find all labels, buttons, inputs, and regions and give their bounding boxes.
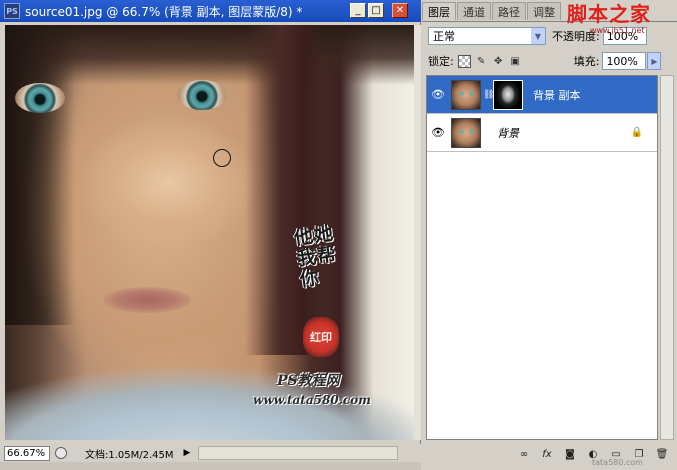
watermark-seal: 红印: [303, 317, 339, 357]
image-canvas[interactable]: 他她我帮你 红印 PS教程网 www.tata580.com: [5, 25, 414, 440]
lock-brush-icon[interactable]: ✎: [475, 55, 488, 68]
layer-thumbnail: [451, 79, 481, 110]
photo-eye-left: [15, 83, 65, 113]
blend-mode-value: 正常: [433, 30, 455, 43]
minimize-button[interactable]: _: [350, 3, 366, 18]
watermark-calligraphy: 他她我帮你: [292, 222, 339, 292]
tab-paths[interactable]: 路径: [492, 2, 526, 20]
layer-name: 背景 副本: [533, 88, 581, 102]
layer-name: 背景: [497, 126, 519, 140]
layer-style-fx-icon[interactable]: fx: [538, 446, 556, 462]
visibility-eye-icon[interactable]: 👁: [429, 124, 447, 142]
tab-layers[interactable]: 图层: [422, 2, 456, 20]
chevron-down-icon: ▼: [531, 28, 545, 44]
blend-mode-select[interactable]: 正常 ▼: [428, 27, 546, 45]
photo-hair-right: [245, 25, 325, 355]
document-statusbar: 66.67% 文档:1.05M/2.45M ▶: [0, 444, 421, 462]
photo-hair-left: [5, 25, 75, 325]
tab-adjustments[interactable]: 调整: [527, 2, 561, 20]
add-mask-icon[interactable]: ◙: [561, 446, 579, 462]
close-button[interactable]: ✕: [392, 3, 408, 18]
lock-row: 锁定: ✎ ✥ ▣ 填充: 100% ▶: [428, 52, 673, 70]
layers-panel: 图层 通道 路径 调整 脚本之家 正常 ▼ 不透明度: 100% www.jb5…: [422, 0, 677, 470]
visibility-eye-icon[interactable]: 👁: [429, 86, 447, 104]
document-window: PS source01.jpg @ 66.7% (背景 副本, 图层蒙版/8) …: [0, 0, 421, 470]
zoom-input[interactable]: 66.67%: [4, 445, 50, 461]
watermark-url: www.tata580.com: [253, 393, 371, 407]
canvas-vertical-scrollbar[interactable]: [414, 25, 421, 440]
fill-input[interactable]: 100%: [602, 52, 647, 70]
layer-mask-thumbnail[interactable]: [493, 79, 523, 110]
document-title: source01.jpg @ 66.7% (背景 副本, 图层蒙版/8) *: [25, 4, 303, 19]
status-menu-arrow-icon[interactable]: ▶: [184, 448, 191, 458]
document-size-info: 文档:1.05M/2.45M: [85, 449, 174, 461]
photoshop-app-icon: PS: [4, 3, 20, 19]
site-logo-watermark: 脚本之家: [567, 2, 651, 26]
layer-row-background[interactable]: 👁 背景 🔒: [427, 114, 657, 152]
link-layers-icon[interactable]: ∞: [515, 446, 533, 462]
watermark-ps-tutorial: PS教程网: [277, 373, 340, 389]
status-info-icon[interactable]: [55, 447, 67, 459]
mask-link-icon[interactable]: ⛓: [483, 90, 494, 100]
tab-channels[interactable]: 通道: [457, 2, 491, 20]
fill-label: 填充:: [573, 55, 600, 68]
brush-cursor-icon: [213, 149, 231, 167]
document-titlebar[interactable]: PS source01.jpg @ 66.7% (背景 副本, 图层蒙版/8) …: [0, 0, 421, 22]
lock-label: 锁定:: [428, 55, 454, 68]
fill-arrow-icon[interactable]: ▶: [647, 52, 662, 70]
window-bottom-edge: [0, 462, 421, 470]
canvas-horizontal-scrollbar[interactable]: [198, 446, 399, 460]
photoshop-workspace: PS source01.jpg @ 66.7% (背景 副本, 图层蒙版/8) …: [0, 0, 677, 470]
lock-move-icon[interactable]: ✥: [492, 55, 505, 68]
photo-eye-right: [177, 80, 227, 110]
delete-layer-icon[interactable]: 🗑: [653, 446, 671, 462]
layer-list: 👁 ⛓ 背景 副本 👁 背景 🔒: [426, 75, 658, 440]
footer-watermark: tata580.com: [592, 458, 643, 467]
lock-all-icon[interactable]: ▣: [509, 55, 522, 68]
layer-lock-icon: 🔒: [630, 126, 644, 138]
lock-transparency-icon[interactable]: [457, 54, 471, 68]
site-url-watermark: www.jb51.net: [590, 26, 645, 35]
layer-list-scrollbar[interactable]: [660, 75, 674, 440]
layer-thumbnail: [451, 117, 481, 148]
photo-lips: [103, 287, 191, 313]
layer-row-background-copy[interactable]: 👁 ⛓ 背景 副本: [427, 76, 657, 114]
maximize-button[interactable]: □: [368, 3, 384, 18]
